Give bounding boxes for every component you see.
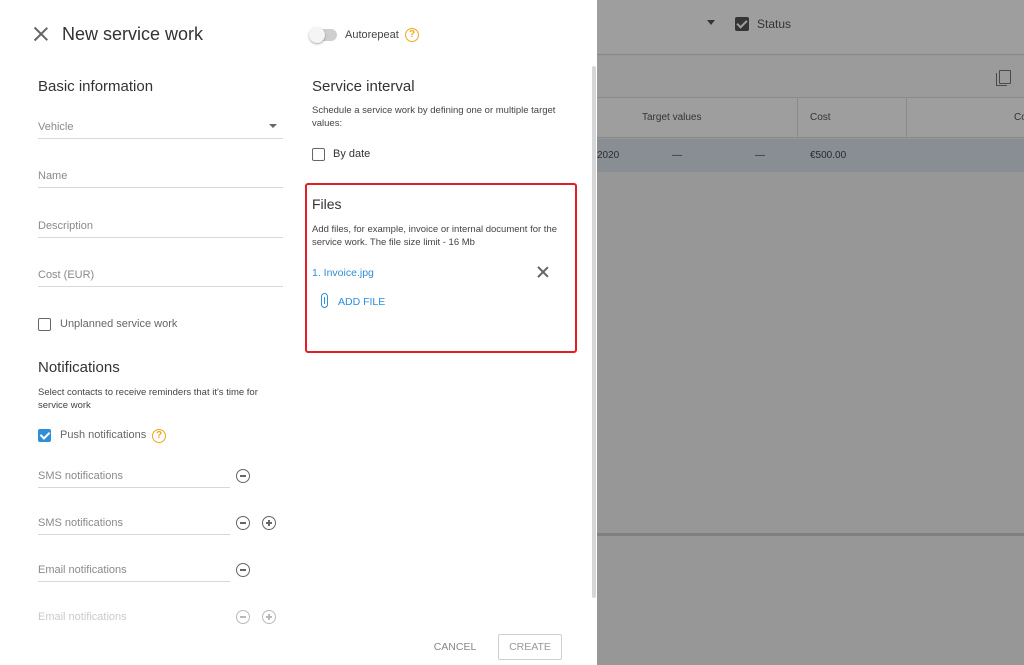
files-title: Files xyxy=(312,196,342,212)
by-date-checkbox[interactable] xyxy=(312,148,325,161)
autorepeat-label: Autorepeat xyxy=(345,29,399,41)
plus-circle-icon[interactable] xyxy=(262,610,276,624)
add-file-label: ADD FILE xyxy=(338,296,386,308)
close-icon[interactable] xyxy=(34,27,48,41)
email-notifications-field[interactable] xyxy=(38,560,230,582)
help-icon[interactable]: ? xyxy=(152,429,166,443)
file-item-invoice[interactable]: 1. Invoice.jpg xyxy=(312,267,374,279)
minus-circle-icon[interactable] xyxy=(236,610,250,624)
push-notifications-checkbox[interactable] xyxy=(38,429,51,442)
push-notifications-label: Push notifications xyxy=(60,429,147,441)
cost-field[interactable] xyxy=(38,265,283,287)
files-description: Add files, for example, invoice or inter… xyxy=(312,224,558,248)
create-button[interactable]: CREATE xyxy=(498,634,562,660)
autorepeat-toggle[interactable] xyxy=(309,27,337,43)
minus-circle-icon[interactable] xyxy=(236,563,250,577)
email-notifications-input-2[interactable] xyxy=(38,609,230,623)
sms-notifications-input[interactable] xyxy=(38,468,230,482)
minus-circle-icon[interactable] xyxy=(236,516,250,530)
notifications-description: Select contacts to receive reminders tha… xyxy=(38,387,258,411)
new-service-work-drawer: New service work Basic information Unpla… xyxy=(0,0,597,665)
sms-notifications-input-2[interactable] xyxy=(38,515,230,529)
description-input[interactable] xyxy=(38,218,283,232)
sms-notifications-field-2[interactable] xyxy=(38,513,230,535)
service-interval-title: Service interval xyxy=(312,78,415,95)
drawer-title: New service work xyxy=(62,24,204,44)
email-notifications-input[interactable] xyxy=(38,562,230,576)
minus-circle-icon[interactable] xyxy=(236,469,250,483)
name-field[interactable] xyxy=(38,166,283,188)
unplanned-label: Unplanned service work xyxy=(60,318,178,330)
notifications-title: Notifications xyxy=(38,359,120,376)
cancel-button[interactable]: CANCEL xyxy=(424,634,486,660)
chevron-down-icon xyxy=(269,124,277,128)
remove-file-icon[interactable] xyxy=(537,266,549,278)
by-date-label: By date xyxy=(333,148,371,160)
sms-notifications-field[interactable] xyxy=(38,466,230,488)
basic-information-title: Basic information xyxy=(38,78,154,95)
description-field[interactable] xyxy=(38,216,283,238)
service-interval-description: Schedule a service work by defining one … xyxy=(312,105,556,129)
name-input[interactable] xyxy=(38,168,283,182)
drawer-scrollbar[interactable] xyxy=(592,66,596,598)
modal-backdrop[interactable] xyxy=(597,0,1024,665)
toggle-knob xyxy=(309,27,325,43)
vehicle-select[interactable] xyxy=(38,117,283,139)
help-icon[interactable]: ? xyxy=(405,28,419,42)
email-notifications-field-2[interactable] xyxy=(38,607,230,629)
paperclip-icon xyxy=(321,293,328,308)
vehicle-input[interactable] xyxy=(38,119,283,133)
unplanned-checkbox[interactable] xyxy=(38,318,51,331)
cost-input[interactable] xyxy=(38,267,283,281)
plus-circle-icon[interactable] xyxy=(262,516,276,530)
